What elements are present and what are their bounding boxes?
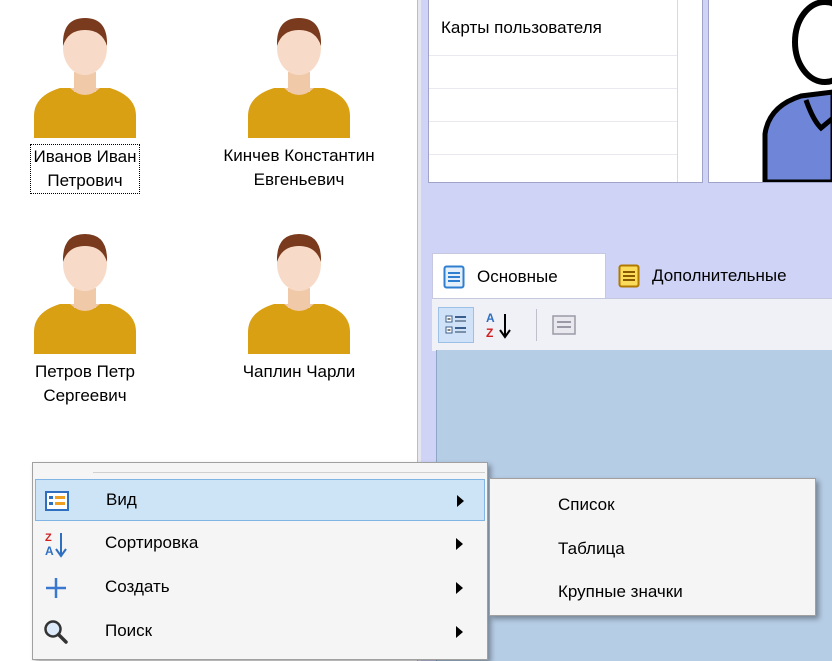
- menu-item-view[interactable]: Вид: [35, 479, 485, 521]
- row-divider: [429, 55, 677, 56]
- cards-column-header[interactable]: Карты пользователя: [441, 18, 602, 38]
- submenu-item-list[interactable]: Список: [558, 495, 615, 515]
- notes-icon: [618, 264, 640, 287]
- row-divider: [429, 154, 677, 155]
- submenu-arrow-icon: [457, 495, 464, 507]
- submenu-item-large-icons[interactable]: Крупные значки: [558, 582, 683, 602]
- user-tile-kinchev[interactable]: Кинчев Константин Евгеньевич: [199, 12, 399, 192]
- user-avatar-icon: [34, 234, 136, 354]
- menu-item-label: Создать: [105, 577, 170, 596]
- menu-separator: [93, 472, 485, 473]
- tab-label: Дополнительные: [652, 265, 787, 285]
- view-icon: [42, 486, 72, 516]
- property-pages-button[interactable]: [546, 307, 582, 343]
- user-avatar-icon: [248, 18, 350, 138]
- user-cards-list[interactable]: Карты пользователя: [428, 0, 703, 183]
- sort-icon: Z A: [41, 529, 71, 559]
- svg-text:Z: Z: [486, 326, 493, 340]
- submenu-item-table[interactable]: Таблица: [558, 539, 625, 559]
- plus-icon: [41, 573, 71, 603]
- user-name[interactable]: Петров Петр Сергеевич: [33, 360, 137, 408]
- user-photo: [708, 0, 832, 183]
- toolbar-separator: [536, 309, 537, 341]
- context-menu: Вид Z A Сортировка Создать Поиск: [32, 462, 488, 660]
- user-name[interactable]: Кинчев Константин Евгеньевич: [221, 144, 376, 192]
- svg-text:A: A: [45, 544, 54, 558]
- user-tile-petrov[interactable]: Петров Петр Сергеевич: [0, 228, 185, 408]
- svg-text:Z: Z: [45, 532, 52, 544]
- user-name[interactable]: Чаплин Чарли: [241, 360, 358, 384]
- submenu-arrow-icon: [456, 626, 463, 638]
- tab-main[interactable]: Основные: [432, 253, 606, 299]
- categorized-view-button[interactable]: [438, 307, 474, 343]
- cards-column: Карты пользователя: [429, 0, 678, 182]
- alphabetical-sort-button[interactable]: A Z: [480, 307, 516, 343]
- submenu-arrow-icon: [456, 582, 463, 594]
- user-name[interactable]: Иванов Иван Петрович: [30, 144, 140, 194]
- menu-item-label: Поиск: [105, 621, 153, 640]
- user-avatar-icon: [34, 18, 136, 138]
- tab-additional[interactable]: Дополнительные: [608, 253, 832, 298]
- submenu-arrow-icon: [456, 538, 463, 550]
- properties-toolbar: A Z: [432, 298, 832, 351]
- view-submenu: Список Таблица Крупные значки: [489, 478, 816, 616]
- menu-item-search[interactable]: Поиск: [35, 611, 485, 653]
- svg-text:A: A: [486, 311, 495, 325]
- list-icon: [443, 265, 465, 288]
- person-silhouette-icon: [762, 0, 832, 182]
- menu-item-label: Вид: [106, 490, 137, 509]
- user-tile-chaplin[interactable]: Чаплин Чарли: [199, 228, 399, 384]
- tab-label: Основные: [477, 266, 558, 286]
- user-avatar-icon: [248, 234, 350, 354]
- menu-item-sort[interactable]: Z A Сортировка: [35, 523, 485, 565]
- properties-tabs: Основные Дополнительные: [432, 253, 832, 299]
- sort-az-icon: A Z: [486, 311, 511, 340]
- user-tile-ivanov[interactable]: Иванов Иван Петрович: [0, 12, 185, 194]
- row-divider: [429, 121, 677, 122]
- row-divider: [429, 88, 677, 89]
- menu-item-label: Сортировка: [105, 533, 199, 552]
- menu-item-create[interactable]: Создать: [35, 567, 485, 609]
- property-pages-icon: [552, 315, 576, 335]
- categorized-icon: [445, 315, 466, 334]
- search-icon: [41, 617, 71, 647]
